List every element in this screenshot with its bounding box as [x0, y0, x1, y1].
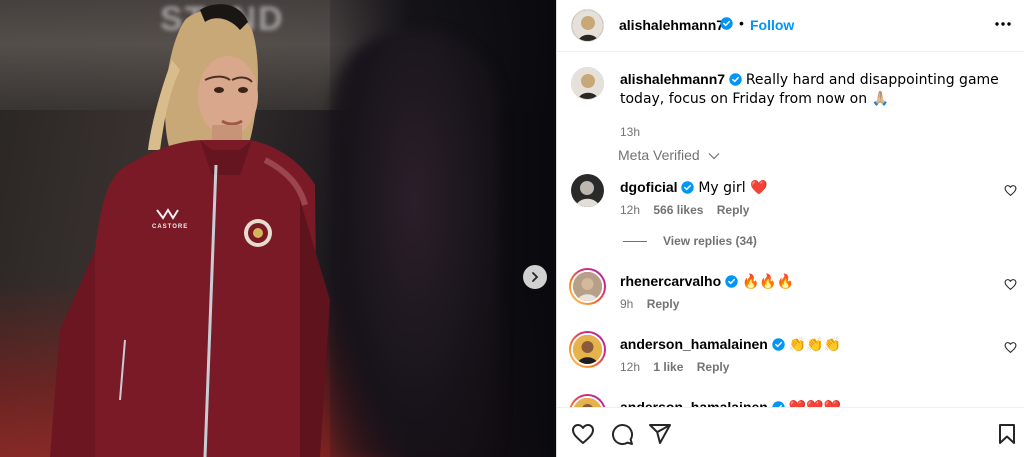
comment-avatar-image	[573, 398, 602, 407]
caption-row: alishalehmann7 Really hard and disappoin…	[557, 67, 1024, 147]
comment-text: 👏👏👏	[788, 337, 841, 353]
comment-text-block: anderson_hamalainen 👏👏👏	[620, 335, 1000, 354]
post-side-panel: alishalehmann7 • Follow alishalehmann7 R…	[557, 0, 1024, 457]
separator-dot: •	[739, 15, 744, 31]
author-username[interactable]: alishalehmann7	[619, 17, 724, 33]
comment-avatar[interactable]	[569, 268, 606, 305]
comment-avatar-image	[573, 272, 602, 301]
meta-verified-toggle[interactable]: Meta Verified	[618, 147, 720, 163]
comment-username[interactable]: anderson_hamalainen	[620, 399, 768, 407]
jacket-brand-text: CASTORE	[152, 224, 189, 230]
post-actions-bar	[557, 407, 1024, 457]
verified-badge-icon	[681, 181, 695, 194]
replies-line	[623, 241, 647, 243]
comment-likes[interactable]: 566 likes	[653, 203, 703, 217]
post-header: alishalehmann7 • Follow	[557, 0, 1024, 52]
reply-button[interactable]: Reply	[697, 360, 730, 374]
comment-time[interactable]: 9h	[620, 297, 633, 311]
comment-likes[interactable]: 1 like	[653, 360, 683, 374]
comment-avatar[interactable]	[569, 394, 606, 407]
comment-item: anderson_hamalainen ❤️❤️❤️	[557, 394, 1024, 407]
chevron-right-icon	[532, 272, 539, 282]
meta-verified-label: Meta Verified	[618, 147, 700, 163]
caption-author-avatar-image	[572, 68, 603, 99]
view-replies-label: View replies (34)	[663, 234, 757, 248]
comment-meta: 9h Reply	[620, 297, 689, 311]
comment-text-block: rhenercarvalho 🔥🔥🔥	[620, 272, 1000, 291]
comment-meta: 12h 1 like Reply	[620, 360, 739, 374]
chevron-down-icon	[708, 153, 720, 160]
player-photo	[50, 4, 330, 457]
heart-icon[interactable]	[571, 422, 595, 446]
bookmark-icon[interactable]	[995, 422, 1019, 446]
comment-avatar[interactable]	[569, 331, 606, 368]
comment-like-heart-icon[interactable]	[1004, 341, 1017, 354]
comment-time[interactable]: 12h	[620, 360, 640, 374]
post-media[interactable]: STAND CASTORE	[0, 0, 556, 457]
comment-avatar-image	[573, 335, 602, 364]
comment-text: 🔥🔥🔥	[741, 274, 795, 290]
verified-badge-icon	[772, 338, 785, 351]
author-avatar[interactable]	[571, 9, 604, 42]
comments-list[interactable]: alishalehmann7 Really hard and disappoin…	[557, 53, 1024, 407]
verified-badge-icon	[725, 275, 738, 288]
comment-text-block: anderson_hamalainen ❤️❤️❤️	[620, 398, 1000, 407]
comment-username[interactable]: rhenercarvalho	[620, 273, 721, 289]
author-avatar-image	[572, 10, 603, 41]
comment-icon[interactable]	[610, 422, 634, 446]
comment-username[interactable]: dgoficial	[620, 179, 678, 195]
caption-author-avatar[interactable]	[571, 67, 604, 100]
caption-time[interactable]: 13h	[620, 125, 640, 139]
reply-button[interactable]: Reply	[647, 297, 680, 311]
view-replies-button[interactable]: View replies (34)	[623, 234, 757, 248]
next-media-button[interactable]	[523, 265, 547, 289]
caption-text-block: alishalehmann7 Really hard and disappoin…	[620, 70, 1000, 108]
comment-item: anderson_hamalainen 👏👏👏 12h 1 like Reply	[557, 331, 1024, 391]
comment-text: My girl ❤️	[698, 180, 768, 196]
comment-like-heart-icon[interactable]	[1004, 278, 1017, 291]
comment-avatar-image	[571, 174, 604, 207]
caption-username[interactable]: alishalehmann7	[620, 71, 725, 87]
comment-username[interactable]: anderson_hamalainen	[620, 336, 768, 352]
comment-meta: 12h 566 likes Reply	[620, 203, 759, 217]
follow-button[interactable]: Follow	[750, 17, 794, 33]
comment-avatar[interactable]	[571, 174, 604, 207]
comment-item: rhenercarvalho 🔥🔥🔥 9h Reply	[557, 268, 1024, 328]
comment-time[interactable]: 12h	[620, 203, 640, 217]
reply-button[interactable]: Reply	[717, 203, 750, 217]
share-icon[interactable]	[648, 422, 672, 446]
comment-text: ❤️❤️❤️	[789, 400, 841, 407]
comment-like-heart-icon[interactable]	[1004, 184, 1017, 197]
verified-badge-icon	[720, 17, 733, 30]
comment-text-block: dgoficial My girl ❤️	[620, 178, 1000, 197]
verified-badge-icon	[729, 73, 742, 86]
more-options-icon[interactable]	[993, 14, 1013, 34]
